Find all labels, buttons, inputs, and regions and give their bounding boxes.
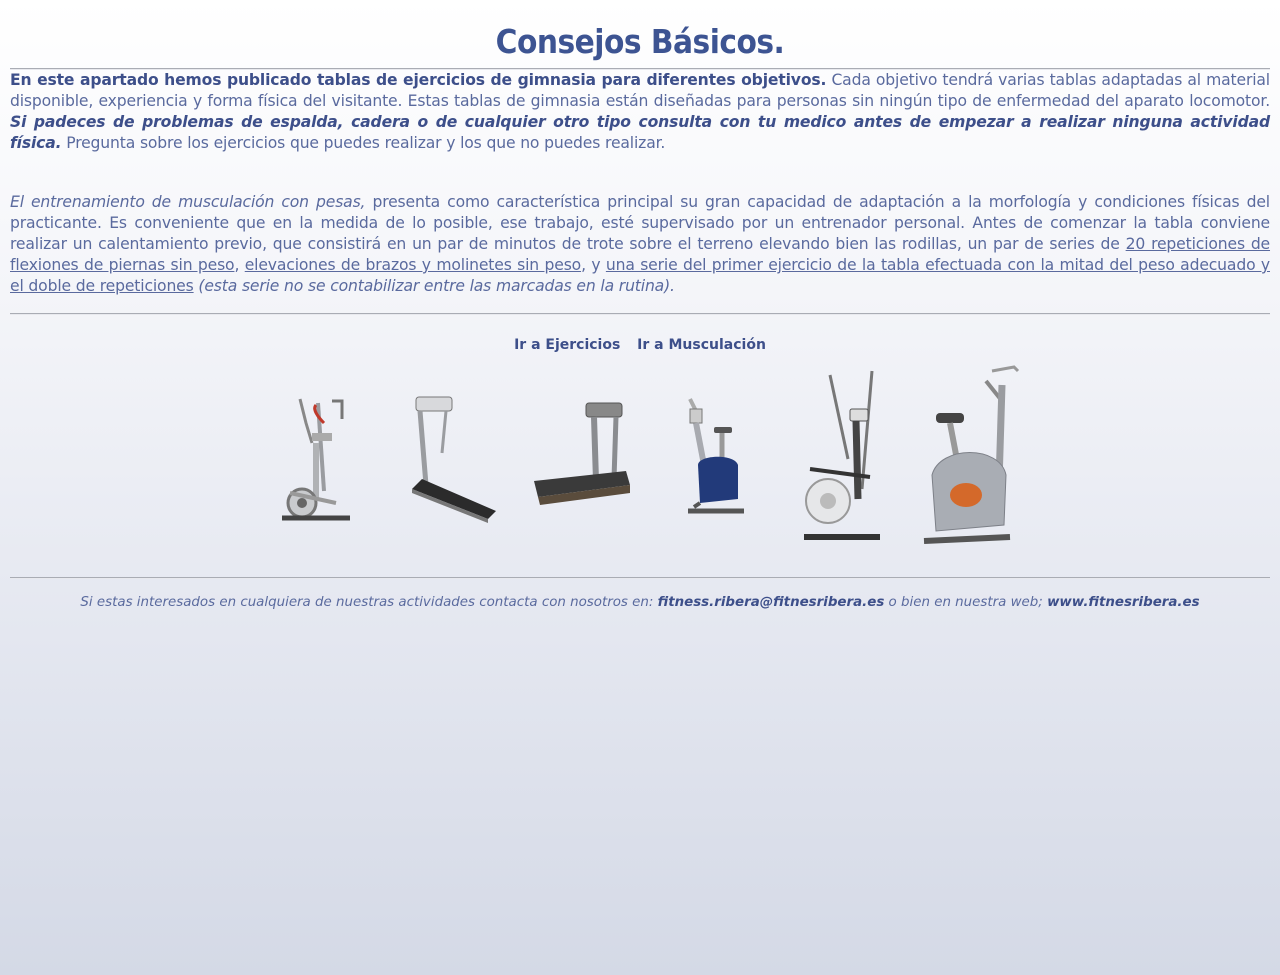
nav-links: Ir a Ejercicios Ir a Musculación [10,337,1270,353]
link-musculacion[interactable]: Ir a Musculación [637,337,766,353]
exercise-bike-image [688,398,744,514]
divider [10,577,1270,579]
elliptical-trainer-image [282,398,350,521]
footer-text: Si estas interesados en cualquiera de nu… [80,595,658,610]
link-ejercicios[interactable]: Ir a Ejercicios [514,337,620,353]
separator: , [234,256,245,274]
training-paragraph: El entrenamiento de musculación con pesa… [10,192,1270,297]
footer-contact: Si estas interesados en cualquiera de nu… [10,595,1270,610]
training-lead: El entrenamiento de musculación con pesa… [10,193,366,211]
intro-paragraph: En este apartado hemos publicado tablas … [10,70,1270,154]
footer-text: o bien en nuestra web; [884,595,1048,610]
treadmill-image [534,402,630,505]
link-arm-raises[interactable]: elevaciones de brazos y molinetes sin pe… [245,256,581,274]
equipment-gallery [10,365,1270,565]
intro-bold: En este apartado hemos publicado tablas … [10,71,827,89]
page-title: Consejos Básicos. [495,22,785,61]
divider [10,313,1270,315]
separator: , y [581,256,606,274]
elliptical-trainer-image [804,370,880,540]
exercise-bike-image [923,365,1020,544]
training-note: (esta serie no se contabilizar entre las… [193,277,675,295]
treadmill-image [412,396,496,523]
intro-tail: Pregunta sobre los ejercicios que puedes… [61,134,666,152]
contact-email[interactable]: fitness.ribera@fitnesribera.es [658,595,885,610]
website-link[interactable]: www.fitnesribera.es [1047,595,1200,610]
